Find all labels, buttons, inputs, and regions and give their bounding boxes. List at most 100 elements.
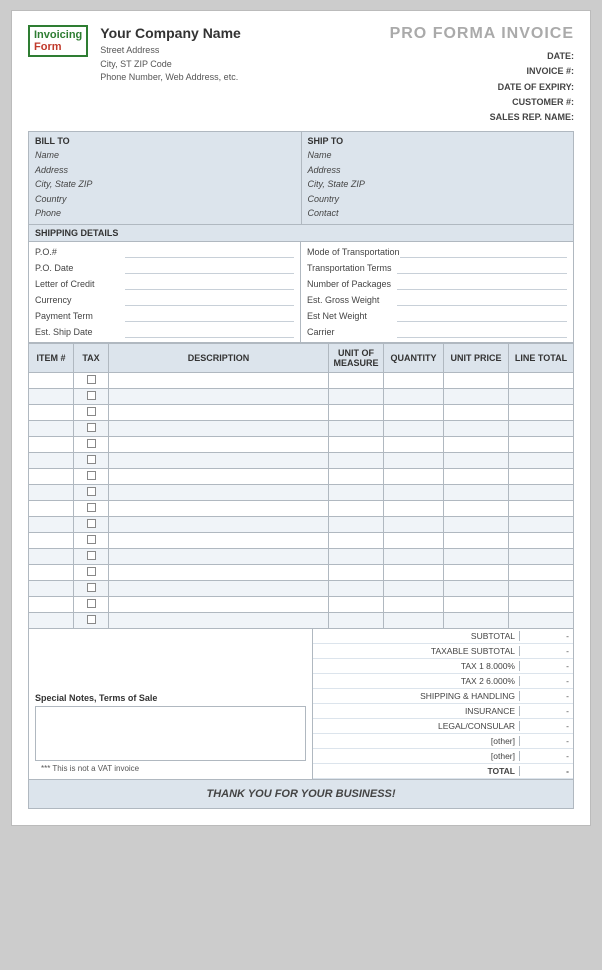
- shipping-row: P.O.#: [35, 244, 294, 260]
- table-row: [29, 501, 574, 517]
- date-field: DATE:: [390, 49, 574, 64]
- shipping-row: Payment Term: [35, 308, 294, 324]
- shipping-row: Letter of Credit: [35, 276, 294, 292]
- col-header-line-total: LINE TOTAL: [509, 344, 574, 373]
- logo-invoicing: Invoicing: [34, 29, 82, 41]
- totals-label: TAX 2 6.000%: [317, 676, 519, 686]
- totals-value: -: [519, 706, 569, 716]
- table-header-row: ITEM # TAX DESCRIPTION UNIT OF MEASURE Q…: [29, 344, 574, 373]
- notes-section: Special Notes, Terms of Sale *** This is…: [29, 629, 313, 779]
- totals-row: TAX 2 6.000% -: [313, 674, 573, 689]
- totals-value: -: [519, 751, 569, 761]
- col-header-unit-price: UNIT PRICE: [444, 344, 509, 373]
- checkbox-icon: [87, 503, 96, 512]
- company-info: Your Company Name Street Address City, S…: [100, 25, 241, 85]
- checkbox-icon: [87, 439, 96, 448]
- invoice-fields: DATE: INVOICE #: DATE OF EXPIRY: CUSTOME…: [390, 49, 574, 125]
- totals-label: [other]: [317, 751, 519, 761]
- shipping-row: Est Net Weight: [307, 308, 567, 324]
- totals-label: TAXABLE SUBTOTAL: [317, 646, 519, 656]
- table-row: [29, 485, 574, 501]
- totals-label: TAX 1 8.000%: [317, 661, 519, 671]
- totals-row: INSURANCE -: [313, 704, 573, 719]
- checkbox-icon: [87, 535, 96, 544]
- checkbox-icon: [87, 583, 96, 592]
- bill-to-header: BILL TO: [35, 136, 295, 146]
- totals-label: TOTAL: [317, 766, 519, 776]
- shipping-grid: P.O.#P.O. DateLetter of CreditCurrencyPa…: [29, 242, 573, 342]
- thank-you: THANK YOU FOR YOUR BUSINESS!: [28, 780, 574, 809]
- checkbox-icon: [87, 487, 96, 496]
- checkbox-icon: [87, 551, 96, 560]
- totals-row: TAXABLE SUBTOTAL -: [313, 644, 573, 659]
- shipping-row: Transportation Terms: [307, 260, 567, 276]
- checkbox-icon: [87, 407, 96, 416]
- company-name: Your Company Name: [100, 25, 241, 41]
- company-address: Street Address City, ST ZIP Code Phone N…: [100, 44, 241, 85]
- table-row: [29, 597, 574, 613]
- items-table: ITEM # TAX DESCRIPTION UNIT OF MEASURE Q…: [28, 343, 574, 629]
- expiry-field: DATE OF EXPIRY:: [390, 80, 574, 95]
- totals-label: [other]: [317, 736, 519, 746]
- table-row: [29, 373, 574, 389]
- checkbox-icon: [87, 375, 96, 384]
- shipping-row: Est. Gross Weight: [307, 292, 567, 308]
- totals-section: SUBTOTAL - TAXABLE SUBTOTAL - TAX 1 8.00…: [313, 629, 573, 779]
- table-row: [29, 613, 574, 629]
- logo-form: Form: [34, 41, 62, 53]
- table-row: [29, 453, 574, 469]
- bill-ship-section: BILL TO Name Address City, State ZIP Cou…: [28, 131, 574, 225]
- shipping-header: SHIPPING DETAILS: [29, 225, 573, 242]
- ship-to-data: Name Address City, State ZIP Country Con…: [308, 148, 568, 220]
- table-row: [29, 469, 574, 485]
- checkbox-icon: [87, 455, 96, 464]
- invoice-num-field: INVOICE #:: [390, 64, 574, 79]
- totals-value: -: [519, 646, 569, 656]
- notes-box[interactable]: [35, 706, 306, 761]
- checkbox-icon: [87, 471, 96, 480]
- table-row: [29, 565, 574, 581]
- shipping-row: Carrier: [307, 324, 567, 340]
- totals-row: [other] -: [313, 749, 573, 764]
- totals-value: -: [519, 661, 569, 671]
- shipping-row: Number of Packages: [307, 276, 567, 292]
- totals-value: -: [519, 676, 569, 686]
- ship-to-header: SHIP TO: [308, 136, 568, 146]
- totals-label: SHIPPING & HANDLING: [317, 691, 519, 701]
- totals-row: TAX 1 8.000% -: [313, 659, 573, 674]
- table-row: [29, 581, 574, 597]
- ship-to-col: SHIP TO Name Address City, State ZIP Cou…: [302, 132, 574, 224]
- shipping-col-left: P.O.#P.O. DateLetter of CreditCurrencyPa…: [29, 242, 301, 342]
- pro-forma-title: PRO FORMA INVOICE: [390, 25, 574, 43]
- invoice-page: Invoicing Form Your Company Name Street …: [11, 10, 591, 826]
- notes-label: Special Notes, Terms of Sale: [35, 693, 306, 703]
- table-row: [29, 549, 574, 565]
- header: Invoicing Form Your Company Name Street …: [28, 25, 574, 125]
- totals-row: [other] -: [313, 734, 573, 749]
- table-row: [29, 437, 574, 453]
- table-row: [29, 533, 574, 549]
- checkbox-icon: [87, 567, 96, 576]
- table-row: [29, 405, 574, 421]
- shipping-row: Currency: [35, 292, 294, 308]
- checkbox-icon: [87, 391, 96, 400]
- table-row: [29, 389, 574, 405]
- totals-value: -: [519, 766, 569, 776]
- checkbox-icon: [87, 519, 96, 528]
- col-header-unit: UNIT OF MEASURE: [329, 344, 384, 373]
- header-left: Invoicing Form Your Company Name Street …: [28, 25, 241, 85]
- footer-area: Special Notes, Terms of Sale *** This is…: [28, 629, 574, 780]
- checkbox-icon: [87, 615, 96, 624]
- totals-value: -: [519, 721, 569, 731]
- bill-to-data: Name Address City, State ZIP Country Pho…: [35, 148, 295, 220]
- shipping-row: Mode of Transportation: [307, 244, 567, 260]
- totals-value: -: [519, 736, 569, 746]
- sales-rep-field: SALES REP. NAME:: [390, 110, 574, 125]
- totals-value: -: [519, 691, 569, 701]
- table-row: [29, 421, 574, 437]
- totals-label: INSURANCE: [317, 706, 519, 716]
- col-header-item: ITEM #: [29, 344, 74, 373]
- col-header-quantity: QUANTITY: [384, 344, 444, 373]
- table-row: [29, 517, 574, 533]
- vat-note: *** This is not a VAT invoice: [35, 761, 306, 776]
